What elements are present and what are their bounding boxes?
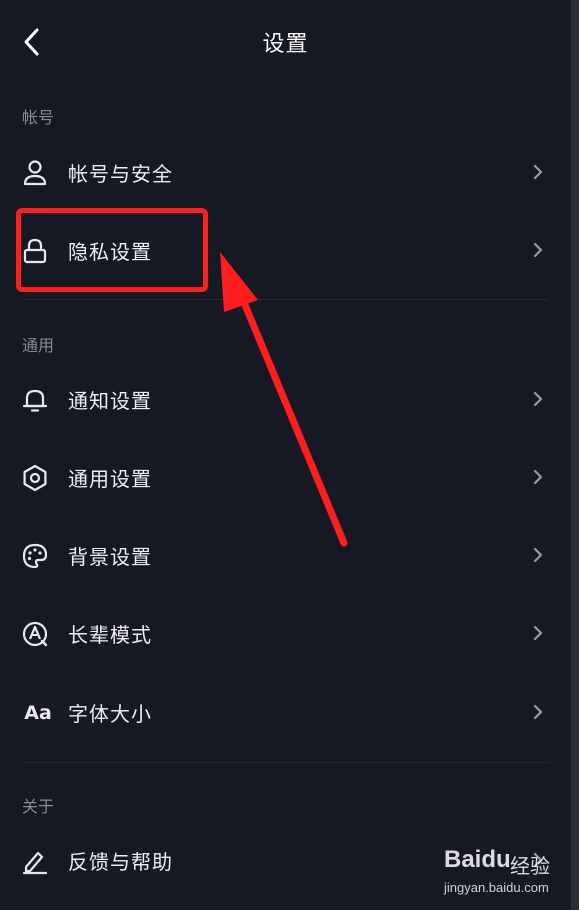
watermark-url: jingyan.baidu.com — [444, 880, 549, 895]
watermark-brand: Baidu — [444, 846, 511, 873]
annotation-arrow — [220, 252, 348, 547]
baidu-watermark: Baidu 经验 jingyan.baidu.com — [440, 846, 570, 902]
watermark-cn: 经验 — [510, 854, 550, 878]
